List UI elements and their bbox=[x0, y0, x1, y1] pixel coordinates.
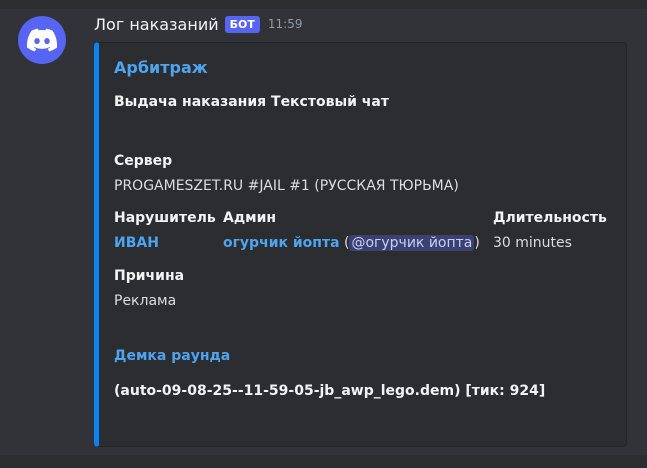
admin-link[interactable]: огурчик йопта bbox=[223, 235, 340, 251]
chat-view: Лог наказаний БОТ 11:59 Арбитраж Выдача … bbox=[0, 0, 647, 468]
message-timestamp: 11:59 bbox=[267, 17, 303, 31]
message-header: Лог наказаний БОТ 11:59 bbox=[94, 13, 302, 35]
bottom-divider bbox=[0, 455, 647, 468]
embed-title: Арбитраж bbox=[114, 58, 208, 77]
avatar[interactable] bbox=[18, 16, 66, 64]
admin-value: огурчик йопта (@огурчик йопта) bbox=[223, 235, 480, 251]
admin-close-paren: ) bbox=[474, 235, 480, 251]
embed-card: Арбитраж Выдача наказания Текстовый чат … bbox=[94, 42, 627, 447]
author-name[interactable]: Лог наказаний bbox=[94, 15, 219, 34]
embed-description: Выдача наказания Текстовый чат bbox=[114, 94, 389, 110]
bot-message: Лог наказаний БОТ 11:59 Арбитраж Выдача … bbox=[0, 0, 647, 468]
admin-mention[interactable]: @огурчик йопта bbox=[349, 235, 475, 251]
admin-open-paren: ( bbox=[339, 235, 350, 251]
server-value: PROGAMESZET.RU #JAIL #1 (РУССКАЯ ТЮРЬМА) bbox=[114, 178, 459, 194]
violator-link[interactable]: ИВАН bbox=[114, 235, 159, 251]
server-label: Сервер bbox=[114, 153, 173, 169]
duration-value: 30 minutes bbox=[493, 235, 572, 251]
violator-label: Нарушитель bbox=[114, 210, 216, 226]
violator-value: ИВАН bbox=[114, 235, 159, 251]
demo-title: Демка раунда bbox=[114, 348, 231, 364]
demo-filename: (auto-09-08-25--11-59-05-jb_awp_lego.dem… bbox=[114, 383, 546, 399]
duration-label: Длительность bbox=[493, 210, 607, 226]
bot-badge: БОТ bbox=[224, 15, 260, 33]
reason-value: Реклама bbox=[114, 293, 177, 309]
admin-label: Админ bbox=[223, 210, 277, 226]
reason-label: Причина bbox=[114, 268, 185, 284]
discord-logo-icon bbox=[27, 28, 57, 52]
